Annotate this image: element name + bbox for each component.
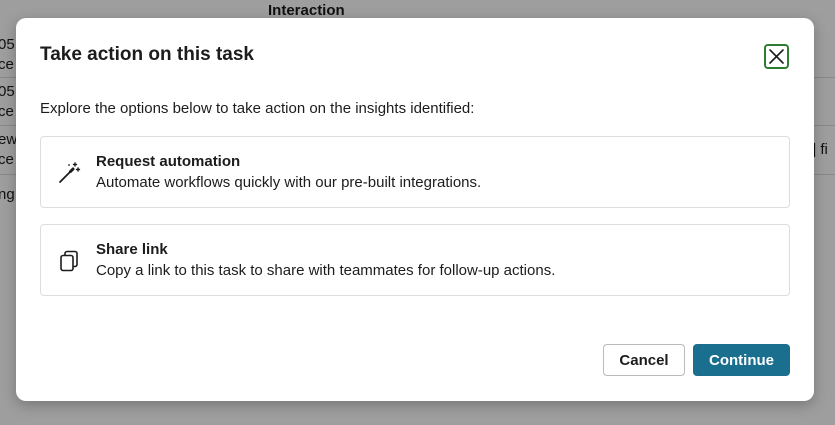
continue-button[interactable]: Continue [693,344,790,376]
cancel-button[interactable]: Cancel [603,344,685,376]
dialog-title: Take action on this task [40,44,254,65]
clipboard-copy-icon [60,250,78,272]
magic-wand-icon [59,162,81,183]
close-icon [769,49,784,64]
option-share-link[interactable]: Share link Copy a link to this task to s… [40,224,790,296]
dialog-intro: Explore the options below to take action… [40,100,475,117]
option-title: Request automation [96,153,241,170]
option-description: Automate workflows quickly with our pre-… [96,174,482,191]
option-description: Copy a link to this task to share with t… [96,262,556,279]
close-button[interactable] [764,44,789,69]
option-request-automation[interactable]: Request automation Automate workflows qu… [40,136,790,208]
option-title: Share link [96,241,168,258]
take-action-dialog: Take action on this task Explore the opt… [16,18,814,401]
